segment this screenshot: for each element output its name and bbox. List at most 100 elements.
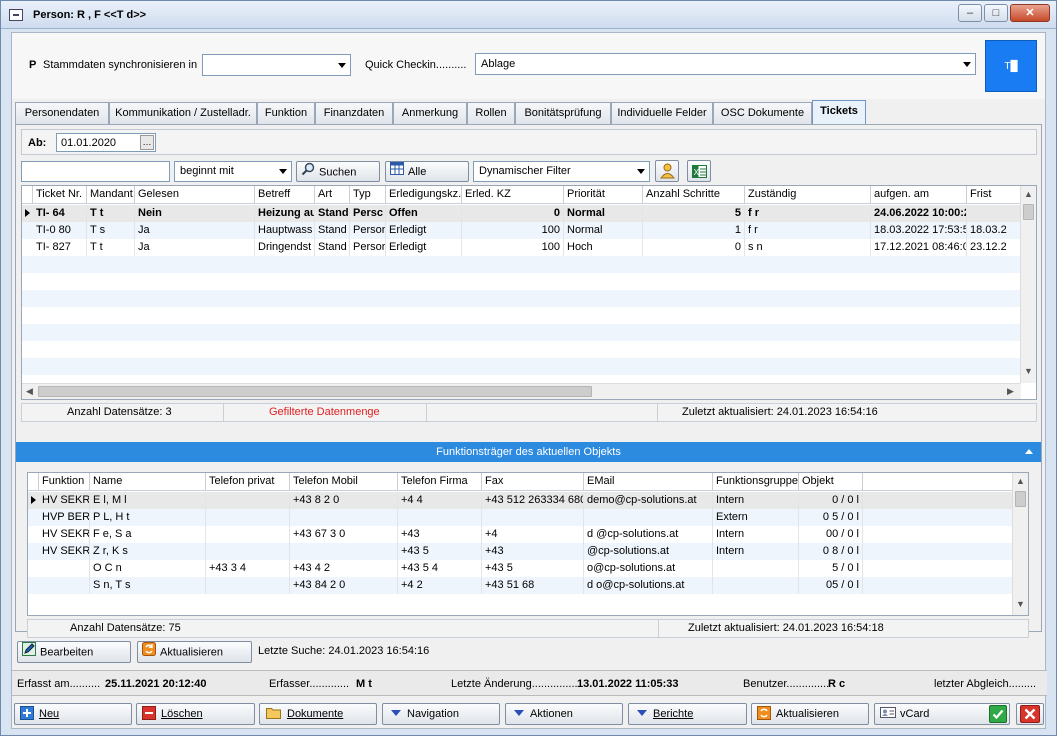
cell-telefon-mobil: +43 84 2 0 (290, 577, 398, 594)
match-mode-value: beginnt mit (180, 165, 234, 177)
reports-button-label: Berichte (653, 708, 694, 720)
window-menu-icon[interactable] (9, 9, 23, 21)
tab-tickets[interactable]: Tickets (812, 100, 866, 124)
documents-button[interactable]: Dokumente (259, 703, 377, 725)
reports-button[interactable]: Berichte (628, 703, 747, 725)
col-erled-kz[interactable]: Erled. KZ (462, 186, 564, 204)
vcard-button[interactable]: vCard (874, 703, 1010, 725)
avatar[interactable]: T█ (985, 40, 1037, 92)
delete-button[interactable]: Löschen (136, 703, 255, 725)
benutzer-label: Benutzer.............. (743, 678, 830, 690)
col-art[interactable]: Art (315, 186, 350, 204)
tab-finanzdaten[interactable]: Finanzdaten (315, 102, 393, 124)
tab-bonitaetspruefung[interactable]: Bonitätsprüfung (515, 102, 611, 124)
scroll-right-icon[interactable]: ▶ (1007, 386, 1014, 397)
search-bar: beginnt mit Suchen Alle Dynamischer Filt… (21, 160, 1037, 183)
col-telefon-privat[interactable]: Telefon privat (206, 473, 290, 491)
scroll-thumb[interactable] (1023, 204, 1034, 220)
table-row[interactable]: S n, T s +43 84 2 0 +4 2 +43 51 68 d o@c… (28, 577, 1013, 594)
col-frist[interactable]: Frist (967, 186, 1021, 204)
col-gelesen[interactable]: Gelesen (135, 186, 255, 204)
tab-personendaten[interactable]: Personendaten (15, 102, 109, 124)
refresh-button[interactable]: Aktualisieren (751, 703, 869, 725)
col-ticket-nr[interactable]: Ticket Nr. (33, 186, 87, 204)
new-button[interactable]: Neu (14, 703, 132, 725)
date-picker-button[interactable]: … (140, 135, 154, 150)
scroll-down-icon[interactable]: ▼ (1016, 599, 1025, 609)
tab-rollen[interactable]: Rollen (467, 102, 515, 124)
col-mandant[interactable]: Mandant (87, 186, 135, 204)
scroll-left-icon[interactable]: ◀ (26, 386, 33, 397)
col-betreff[interactable]: Betreff (255, 186, 315, 204)
minimize-button[interactable]: – (958, 4, 982, 22)
col-name[interactable]: Name (90, 473, 206, 491)
match-mode-select[interactable]: beginnt mit (174, 161, 292, 182)
scroll-up-icon[interactable]: ▲ (1016, 476, 1025, 486)
all-button[interactable]: Alle (385, 161, 469, 182)
chevron-up-icon[interactable] (1025, 449, 1033, 454)
ab-date-input[interactable]: 01.01.2020 … (56, 133, 156, 152)
funktionstraeger-header[interactable]: Funktionsträger des aktuellen Objekts (16, 442, 1041, 462)
scroll-thumb[interactable] (1015, 491, 1026, 507)
person-window: Person: R , F <<T d>> – □ ✕ P Stammdaten… (0, 0, 1057, 736)
quick-checkin-select[interactable]: Ablage (475, 53, 976, 75)
cell-email[interactable]: d @cp-solutions.at (584, 526, 713, 543)
actions-button[interactable]: Aktionen (505, 703, 623, 725)
export-excel-button[interactable]: X (687, 160, 711, 182)
col-anzahl-schritte[interactable]: Anzahl Schritte (643, 186, 745, 204)
edit-button[interactable]: Bearbeiten (17, 641, 131, 663)
table-row[interactable]: TI- 827 T t Ja Dringendst Stand Persor E… (22, 239, 1021, 256)
cell-email[interactable]: @cp-solutions.at (584, 543, 713, 560)
cell-email[interactable]: d o@cp-solutions.at (584, 577, 713, 594)
tickets-horizontal-scrollbar[interactable]: ◀ ▶ (22, 383, 1021, 399)
tab-osc-dokumente[interactable]: OSC Dokumente (713, 102, 812, 124)
col-erledigungskz[interactable]: Erledigungskz. (386, 186, 462, 204)
funktionstraeger-title: Funktionsträger des aktuellen Objekts (436, 446, 621, 458)
cell-email[interactable]: demo@cp-solutions.at (584, 492, 713, 509)
table-row[interactable]: HV SEKR E l, M l +43 8 2 0 +4 4 +43 512 … (28, 492, 1013, 509)
search-input[interactable] (21, 161, 170, 182)
tab-funktion[interactable]: Funktion (257, 102, 315, 124)
col-telefon-firma[interactable]: Telefon Firma (398, 473, 482, 491)
sync-select[interactable] (202, 54, 351, 76)
quick-checkin-label: Quick Checkin.......... (365, 59, 467, 71)
col-typ[interactable]: Typ (350, 186, 386, 204)
refresh-panel-button[interactable]: Aktualisieren (137, 641, 252, 663)
navigation-button[interactable]: Navigation (382, 703, 500, 725)
check-icon[interactable] (989, 705, 1007, 723)
filter-user-button[interactable] (655, 160, 679, 182)
table-row[interactable]: HV SEKR F e, S a +43 67 3 0 +43 +4 d @cp… (28, 526, 1013, 543)
col-funktion[interactable]: Funktion (39, 473, 90, 491)
row-indicator-header (28, 473, 39, 491)
scroll-up-icon[interactable]: ▲ (1024, 189, 1033, 199)
table-row[interactable]: TI-0 80 T s Ja Hauptwass Stand Persor Er… (22, 222, 1021, 239)
col-telefon-mobil[interactable]: Telefon Mobil (290, 473, 398, 491)
tickets-vertical-scrollbar[interactable]: ▲ ▼ (1020, 186, 1036, 383)
col-objekt[interactable]: Objekt (799, 473, 863, 491)
maximize-button[interactable]: □ (984, 4, 1008, 22)
cell-betreff: Dringendst (255, 239, 315, 256)
col-aufgen-am[interactable]: aufgen. am (871, 186, 967, 204)
cancel-button[interactable] (1016, 703, 1044, 725)
tab-anmerkung[interactable]: Anmerkung (393, 102, 467, 124)
col-fax[interactable]: Fax (482, 473, 584, 491)
dynamic-filter-select[interactable]: Dynamischer Filter (473, 161, 650, 182)
table-row[interactable]: TI- 64 T t Nein Heizung au Stand Persc O… (22, 205, 1021, 222)
close-window-button[interactable]: ✕ (1010, 4, 1050, 22)
scroll-down-icon[interactable]: ▼ (1024, 366, 1033, 376)
col-email[interactable]: EMail (584, 473, 713, 491)
cell-funktion: HV SEKR (39, 492, 90, 509)
table-row[interactable]: HV SEKR Z r, K s +43 5 +43 @cp-solutions… (28, 543, 1013, 560)
col-prioritaet[interactable]: Priorität (564, 186, 643, 204)
scroll-thumb[interactable] (38, 386, 592, 397)
cell-email[interactable] (584, 509, 713, 526)
cell-email[interactable]: o@cp-solutions.at (584, 560, 713, 577)
search-button[interactable]: Suchen (296, 161, 380, 182)
table-row[interactable]: HVP BER P L, H t Extern 0 5 / 0 l (28, 509, 1013, 526)
col-zustaendig[interactable]: Zuständig (745, 186, 871, 204)
tab-individuelle-felder[interactable]: Individuelle Felder (611, 102, 713, 124)
funktion-vertical-scrollbar[interactable]: ▲ ▼ (1012, 473, 1028, 615)
tab-kommunikation[interactable]: Kommunikation / Zustelladr. (109, 102, 257, 124)
table-row[interactable]: O C n +43 3 4 +43 4 2 +43 5 4 +43 5 o@cp… (28, 560, 1013, 577)
col-funktionsgruppe[interactable]: Funktionsgruppe (713, 473, 799, 491)
